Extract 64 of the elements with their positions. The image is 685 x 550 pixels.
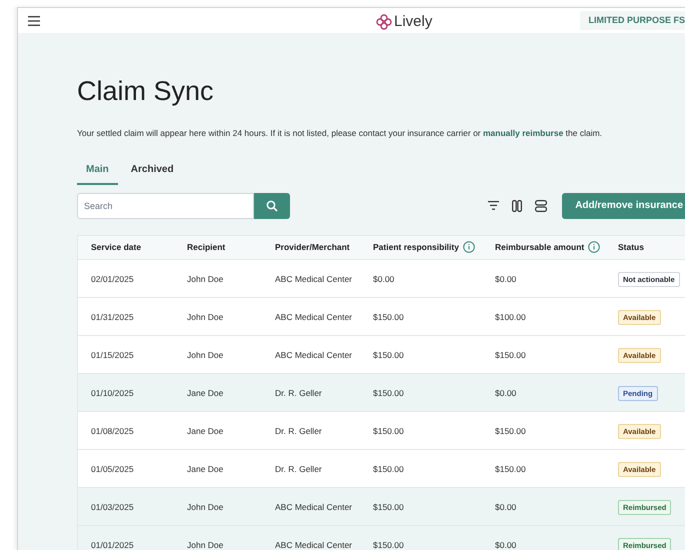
table-cell: John Doe xyxy=(187,540,224,550)
table-cell: Jane Doe xyxy=(187,388,224,398)
info-icon[interactable] xyxy=(462,241,475,254)
table-cell: $0.00 xyxy=(495,502,516,512)
table-cell: ABC Medical Center xyxy=(275,312,352,322)
description-text: Your settled claim will appear here within 24 hours. If it is not listed, please contact your insurance carrier or manually reimburse the claim. xyxy=(77,127,604,140)
table-cell: $150.00 xyxy=(373,350,404,360)
table-cell: John Doe xyxy=(187,312,224,322)
table-cell: $0.00 xyxy=(495,274,516,284)
column-header: Status xyxy=(618,240,644,254)
tab[interactable]: Archived xyxy=(122,162,183,185)
table-cell: 01/15/2025 xyxy=(91,350,134,360)
table-cell: $150.00 xyxy=(373,426,404,436)
table-cell: ABC Medical Center xyxy=(275,502,352,512)
table-cell: 01/01/2025 xyxy=(91,540,134,550)
table-cell: $100.00 xyxy=(495,312,526,322)
table-cell: 01/08/2025 xyxy=(91,426,134,436)
table-cell: $150.00 xyxy=(373,540,404,550)
table-cell: 01/05/2025 xyxy=(91,464,134,474)
column-header: Provider/Merchant xyxy=(275,240,350,254)
table-cell: $150.00 xyxy=(495,350,526,360)
table-cell: $150.00 xyxy=(373,388,404,398)
rows-icon[interactable] xyxy=(535,200,548,212)
search-button[interactable] xyxy=(254,192,290,219)
column-header: Reimbursable amount xyxy=(495,240,584,254)
table-cell: Dr. R. Geller xyxy=(275,464,322,474)
table-cell: Jane Doe xyxy=(187,426,224,436)
logo-text: Lively xyxy=(394,12,432,32)
add-remove-insurance-button[interactable]: Add/remove insurance xyxy=(562,192,685,219)
table-cell: John Doe xyxy=(187,274,224,284)
table-cell: $150.00 xyxy=(373,312,404,322)
column-header: Service date xyxy=(91,240,142,254)
column-header: Patient responsibility xyxy=(373,240,459,254)
table-cell: John Doe xyxy=(187,350,224,360)
table-cell: John Doe xyxy=(187,502,224,512)
info-icon[interactable] xyxy=(588,241,600,254)
table-cell: $0.00 xyxy=(495,388,516,398)
table-cell: $0.00 xyxy=(373,274,394,284)
search-field[interactable]: Search xyxy=(77,192,254,219)
menu-icon[interactable] xyxy=(28,16,40,26)
search-icon xyxy=(266,200,278,212)
table-cell: 02/01/2025 xyxy=(91,274,134,284)
table-cell: 01/03/2025 xyxy=(91,502,134,512)
table-cell: Dr. R. Geller xyxy=(275,426,322,436)
account-badge: LIMITED PURPOSE FS xyxy=(580,10,685,30)
table-cell: ABC Medical Center xyxy=(275,540,352,550)
tab[interactable]: Main xyxy=(77,162,118,185)
table-cell: ABC Medical Center xyxy=(275,350,352,360)
table-cell: $150.00 xyxy=(373,502,404,512)
table-cell: $0.00 xyxy=(495,540,516,550)
columns-icon[interactable] xyxy=(512,200,522,212)
column-header: Recipient xyxy=(187,240,226,254)
page-title: Claim Sync xyxy=(77,78,215,105)
table-cell: 01/31/2025 xyxy=(91,312,134,322)
filter-icon[interactable] xyxy=(488,201,500,210)
table-cell: $150.00 xyxy=(495,426,526,436)
table-cell: Dr. R. Geller xyxy=(275,388,322,398)
manually-reimburse-link[interactable]: manually reimburse xyxy=(483,128,564,138)
table-cell: 01/10/2025 xyxy=(91,388,134,398)
table-cell: $150.00 xyxy=(373,464,404,474)
table-cell: Jane Doe xyxy=(187,464,224,474)
logo-icon xyxy=(376,14,392,30)
table-cell: $150.00 xyxy=(495,464,526,474)
table-cell: ABC Medical Center xyxy=(275,274,352,284)
